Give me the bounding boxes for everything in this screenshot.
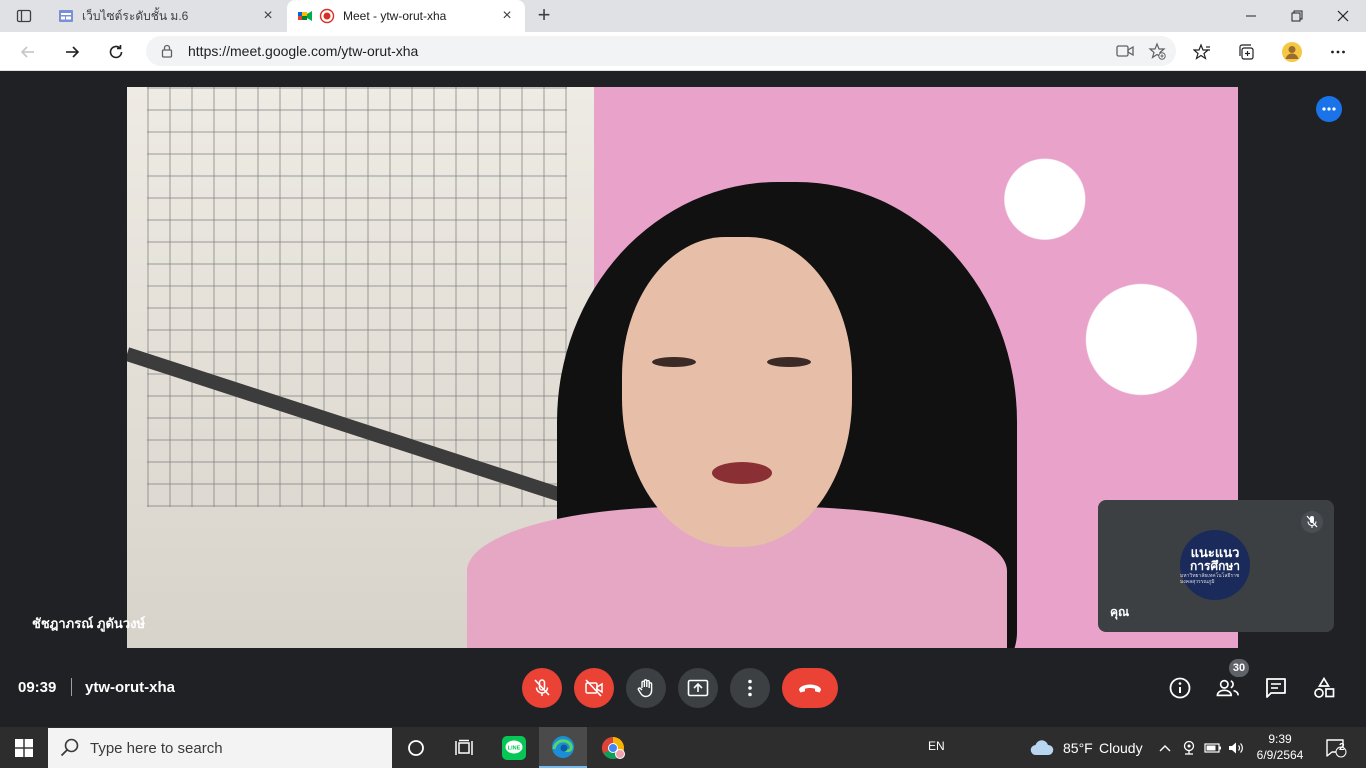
restore-icon[interactable] [1274, 0, 1320, 32]
tab-actions-icon[interactable] [8, 4, 40, 28]
windows-logo-icon [15, 738, 33, 757]
system-clock[interactable]: 9:39 6/9/2564 [1250, 731, 1310, 763]
self-name-label: คุณ [1110, 605, 1130, 619]
people-icon[interactable] [1216, 676, 1240, 700]
chrome-browser-icon[interactable] [589, 727, 637, 768]
recording-icon [319, 8, 335, 24]
more-options-icon[interactable] [1316, 96, 1342, 122]
chat-icon[interactable] [1264, 676, 1288, 700]
more-menu-icon[interactable] [1324, 38, 1352, 66]
forward-icon[interactable] [58, 38, 86, 66]
language-indicator[interactable]: EN [928, 739, 945, 753]
edge-browser-icon[interactable] [539, 727, 587, 768]
avatar-line1: แนะแนว [1190, 544, 1240, 560]
raise-hand-button[interactable] [626, 668, 666, 708]
webcam-status-icon[interactable] [1178, 727, 1200, 768]
meet-favicon-icon [297, 8, 313, 24]
sites-favicon-icon [58, 8, 74, 24]
browser-tab-strip: เว็บไซต์ระดับชั้น ม.6 × Meet - ytw-orut-… [0, 0, 1366, 32]
refresh-icon[interactable] [102, 38, 130, 66]
meeting-time: 09:39 [18, 679, 57, 696]
main-video-feed [127, 87, 1238, 648]
weather-temperature[interactable]: 85°F [1063, 740, 1093, 756]
microphone-toggle-button[interactable] [522, 668, 562, 708]
tab-title: Meet - ytw-orut-xha [343, 9, 447, 23]
leave-call-button[interactable] [782, 668, 838, 708]
avatar-line2: การศึกษา [1190, 558, 1240, 573]
windows-taskbar: Type here to search LINE EN 85°F Cloudy … [0, 727, 1366, 768]
profile-avatar-icon[interactable] [1278, 38, 1306, 66]
line-app-icon[interactable]: LINE [490, 727, 538, 768]
hang-up-icon [799, 684, 821, 693]
add-favorite-icon[interactable] [1144, 38, 1170, 64]
taskbar-search-input[interactable]: Type here to search [48, 728, 392, 768]
speaker-name: ชัชฎาภรณ์ ภูดันวงษ์ [32, 616, 146, 631]
task-view-icon[interactable] [440, 727, 488, 768]
more-vert-icon [748, 679, 752, 697]
tab-meet[interactable]: Meet - ytw-orut-xha × [287, 0, 525, 32]
tab-school-website[interactable]: เว็บไซต์ระดับชั้น ม.6 × [48, 0, 286, 32]
address-bar[interactable]: https://meet.google.com/ytw-orut-xha [146, 36, 1176, 66]
avatar: แนะแนว การศึกษา มหาวิทยาลัยเทคโนโลยีราชม… [1180, 530, 1250, 600]
action-center-icon[interactable]: 2 [1316, 727, 1356, 768]
favorites-icon[interactable] [1188, 38, 1216, 66]
camera-in-use-icon[interactable] [1112, 38, 1138, 64]
more-options-button[interactable] [730, 668, 770, 708]
hand-icon [637, 679, 653, 698]
close-tab-icon[interactable]: × [260, 8, 276, 24]
tab-title: เว็บไซต์ระดับชั้น ม.6 [82, 8, 189, 23]
camera-toggle-button[interactable] [574, 668, 614, 708]
url-text[interactable]: https://meet.google.com/ytw-orut-xha [188, 43, 1112, 59]
present-icon [687, 679, 709, 697]
notification-count: 2 [1339, 742, 1345, 753]
avatar-line3: มหาวิทยาลัยเทคโนโลยีราชมงคลสุวรรณภูมิ [1180, 572, 1240, 585]
search-placeholder: Type here to search [90, 739, 223, 757]
activities-icon[interactable] [1312, 676, 1336, 700]
collections-icon[interactable] [1232, 38, 1260, 66]
battery-icon[interactable] [1202, 727, 1224, 768]
browser-toolbar: https://meet.google.com/ytw-orut-xha [0, 32, 1366, 71]
svg-text:LINE: LINE [508, 745, 521, 751]
search-icon [60, 737, 82, 759]
volume-icon[interactable] [1226, 727, 1248, 768]
self-view-tile[interactable]: แนะแนว การศึกษา มหาวิทยาลัยเทคโนโลยีราชม… [1098, 500, 1334, 632]
weather-description[interactable]: Cloudy [1099, 740, 1143, 756]
meeting-code: ytw-orut-xha [85, 679, 175, 696]
new-tab-icon[interactable]: + [532, 4, 556, 28]
close-tab-icon[interactable]: × [499, 8, 515, 24]
clock-time: 9:39 [1268, 732, 1292, 746]
mic-off-icon [534, 679, 550, 696]
lock-icon[interactable] [160, 44, 174, 58]
cortana-icon[interactable] [392, 727, 440, 768]
clock-date: 6/9/2564 [1256, 748, 1304, 762]
start-button[interactable] [0, 727, 48, 768]
cloudy-weather-icon[interactable] [1024, 727, 1060, 768]
back-icon[interactable] [14, 38, 42, 66]
participants-count-badge: 30 [1229, 659, 1249, 677]
camera-off-icon [585, 679, 603, 697]
chevron-up-icon[interactable] [1154, 727, 1176, 768]
meet-control-bar: 09:39 ytw-orut-xha 30 [0, 656, 1366, 720]
present-screen-button[interactable] [678, 668, 718, 708]
meet-call: ชัชฎาภรณ์ ภูดันวงษ์ แนะแนว การศึกษา มหาว… [0, 71, 1366, 727]
divider [71, 678, 72, 696]
close-window-icon[interactable] [1320, 0, 1366, 32]
mic-off-icon [1301, 511, 1323, 533]
meeting-details-icon[interactable] [1168, 676, 1192, 700]
minimize-icon[interactable] [1228, 0, 1274, 32]
